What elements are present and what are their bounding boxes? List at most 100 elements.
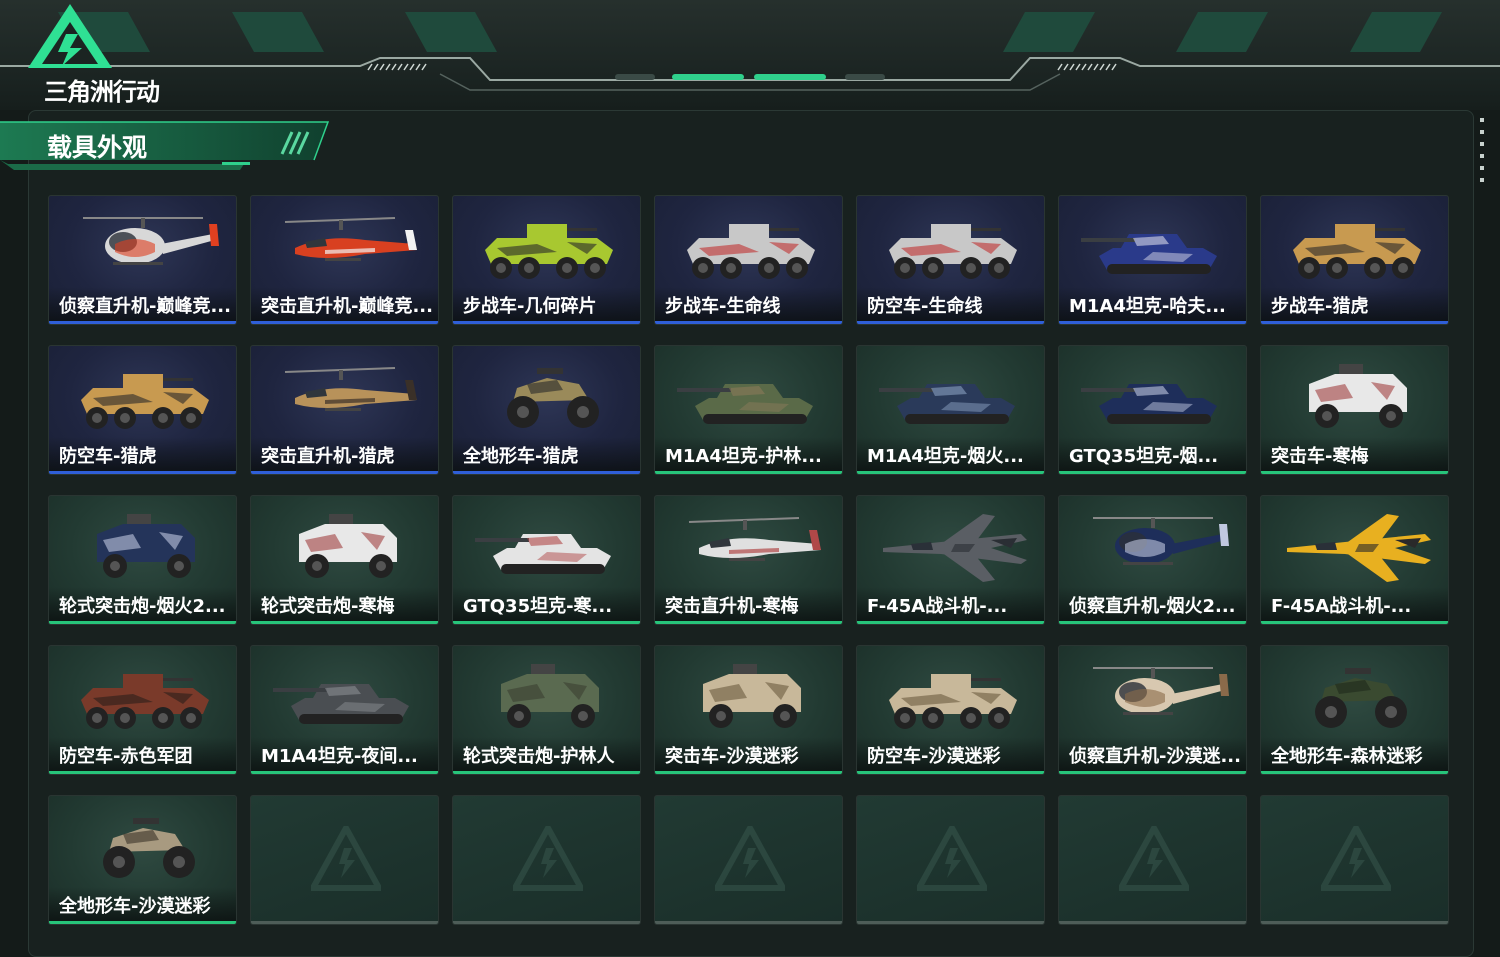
vehicle-skin-card[interactable]: F-45A战斗机-... bbox=[1260, 495, 1449, 625]
vehicle-skin-card[interactable]: F-45A战斗机-... bbox=[856, 495, 1045, 625]
vehicle-skin-card[interactable]: 防空车-沙漠迷彩 bbox=[856, 645, 1045, 775]
atv-vehicle-icon bbox=[103, 818, 195, 878]
vehicle-skin-card[interactable]: 侦察直升机-烟火2... bbox=[1058, 495, 1247, 625]
card-rarity-bar bbox=[49, 771, 236, 774]
vehicle-skin-card[interactable]: 防空车-赤色军团 bbox=[48, 645, 237, 775]
card-rarity-bar bbox=[49, 321, 236, 324]
jet-vehicle-icon bbox=[883, 514, 1027, 582]
card-rarity-bar bbox=[1059, 321, 1246, 324]
vehicle-skin-card[interactable]: 突击直升机-寒梅 bbox=[654, 495, 843, 625]
section-title: 载具外观 bbox=[47, 133, 148, 162]
vehicle-skin-card[interactable]: 步战车-生命线 bbox=[654, 195, 843, 325]
vehicle-skin-card[interactable]: 侦察直升机-巅峰竞... bbox=[48, 195, 237, 325]
vehicle-skin-card[interactable]: 轮式突击炮-烟火2... bbox=[48, 495, 237, 625]
vehicle-skin-grid: 侦察直升机-巅峰竞... 突击直升机-巅峰竞... 步战车-几何碎片 步战车-生… bbox=[48, 195, 1450, 925]
vehicle-skin-card[interactable]: GTQ35坦克-烟... bbox=[1058, 345, 1247, 475]
card-rarity-bar bbox=[49, 471, 236, 474]
card-rarity-bar bbox=[1059, 771, 1246, 774]
game-logo-text: 三角洲行动 bbox=[44, 78, 160, 106]
card-label: 突击车-寒梅 bbox=[1271, 446, 1369, 467]
card-label: 步战车-生命线 bbox=[665, 296, 781, 317]
vehicle-skin-card[interactable]: 步战车-几何碎片 bbox=[452, 195, 641, 325]
card-label: 步战车-猎虎 bbox=[1271, 296, 1369, 317]
vehicle-skin-card[interactable]: M1A4坦克-护林... bbox=[654, 345, 843, 475]
vehicle-skin-card[interactable]: 防空车-生命线 bbox=[856, 195, 1045, 325]
card-rarity-bar bbox=[655, 321, 842, 324]
apc-vehicle-icon bbox=[81, 674, 209, 729]
card-rarity-bar bbox=[655, 771, 842, 774]
vehicle-skin-card[interactable]: 突击直升机-猎虎 bbox=[250, 345, 439, 475]
truck-vehicle-icon bbox=[97, 514, 195, 578]
card-label: M1A4坦克-夜间... bbox=[261, 746, 418, 767]
apc-vehicle-icon bbox=[889, 674, 1017, 729]
card-label: M1A4坦克-烟火... bbox=[867, 446, 1024, 467]
vehicle-skin-card[interactable]: M1A4坦克-哈夫... bbox=[1058, 195, 1247, 325]
card-label: 全地形车-猎虎 bbox=[463, 446, 579, 467]
empty-slot bbox=[452, 795, 641, 925]
card-rarity-bar bbox=[655, 471, 842, 474]
card-label: 防空车-猎虎 bbox=[59, 446, 157, 467]
card-rarity-bar bbox=[251, 471, 438, 474]
card-label: 突击直升机-猎虎 bbox=[261, 446, 395, 467]
card-rarity-bar bbox=[453, 771, 640, 774]
jet-vehicle-icon bbox=[1287, 514, 1431, 582]
empty-slot bbox=[1058, 795, 1247, 925]
vehicle-skin-card[interactable]: 侦察直升机-沙漠迷... bbox=[1058, 645, 1247, 775]
card-rarity-bar bbox=[251, 921, 438, 924]
truck-vehicle-icon bbox=[703, 664, 801, 728]
card-rarity-bar bbox=[453, 471, 640, 474]
card-label: 轮式突击炮-护林人 bbox=[463, 746, 615, 767]
vehicle-skin-card[interactable]: M1A4坦克-夜间... bbox=[250, 645, 439, 775]
card-rarity-bar bbox=[1059, 921, 1246, 924]
vehicle-skin-card[interactable]: 轮式突击炮-护林人 bbox=[452, 645, 641, 775]
card-rarity-bar bbox=[1261, 771, 1448, 774]
top-header: 三角洲行动 bbox=[0, 0, 1500, 110]
card-label: 防空车-沙漠迷彩 bbox=[867, 746, 1001, 767]
empty-slot-logo-icon bbox=[715, 826, 785, 891]
tank-vehicle-icon bbox=[1081, 384, 1217, 424]
empty-slot-logo-icon bbox=[917, 826, 987, 891]
apc-vehicle-icon bbox=[485, 224, 613, 279]
card-rarity-bar bbox=[1059, 471, 1246, 474]
card-label: 侦察直升机-沙漠迷... bbox=[1069, 746, 1241, 767]
vehicle-skin-card[interactable]: 全地形车-森林迷彩 bbox=[1260, 645, 1449, 775]
card-rarity-bar bbox=[857, 471, 1044, 474]
card-rarity-bar bbox=[857, 321, 1044, 324]
card-rarity-bar bbox=[1261, 621, 1448, 624]
attack-vehicle-icon bbox=[688, 517, 821, 561]
heli-vehicle-icon bbox=[83, 217, 219, 265]
card-rarity-bar bbox=[1059, 621, 1246, 624]
attack-vehicle-icon bbox=[284, 367, 417, 411]
tank-vehicle-icon bbox=[1081, 234, 1217, 274]
heli-vehicle-icon bbox=[1093, 667, 1229, 715]
truck-vehicle-icon bbox=[501, 664, 599, 728]
card-label: 突击直升机-寒梅 bbox=[665, 596, 799, 617]
card-label: 防空车-生命线 bbox=[867, 296, 983, 317]
vehicle-skin-card[interactable]: M1A4坦克-烟火... bbox=[856, 345, 1045, 475]
vehicle-skin-card[interactable]: 轮式突击炮-寒梅 bbox=[250, 495, 439, 625]
card-rarity-bar bbox=[655, 921, 842, 924]
tank-vehicle-icon bbox=[475, 534, 611, 574]
vehicle-skin-card[interactable]: 全地形车-猎虎 bbox=[452, 345, 641, 475]
card-rarity-bar bbox=[453, 321, 640, 324]
card-rarity-bar bbox=[251, 771, 438, 774]
empty-slot-logo-icon bbox=[1321, 826, 1391, 891]
card-rarity-bar bbox=[453, 621, 640, 624]
card-rarity-bar bbox=[857, 621, 1044, 624]
card-rarity-bar bbox=[1261, 321, 1448, 324]
tank-vehicle-icon bbox=[273, 684, 409, 724]
apc-vehicle-icon bbox=[81, 374, 209, 429]
vehicle-skin-card[interactable]: 步战车-猎虎 bbox=[1260, 195, 1449, 325]
vehicle-skin-card[interactable]: GTQ35坦克-寒... bbox=[452, 495, 641, 625]
scroll-indicator[interactable] bbox=[1480, 118, 1486, 182]
attack-vehicle-icon bbox=[284, 217, 417, 261]
vehicle-skin-card[interactable]: 突击车-寒梅 bbox=[1260, 345, 1449, 475]
card-label: 全地形车-沙漠迷彩 bbox=[59, 896, 211, 917]
vehicle-skin-card[interactable]: 突击车-沙漠迷彩 bbox=[654, 645, 843, 775]
card-label: 轮式突击炮-寒梅 bbox=[261, 596, 395, 617]
vehicle-skin-card[interactable]: 防空车-猎虎 bbox=[48, 345, 237, 475]
vehicle-skin-card[interactable]: 全地形车-沙漠迷彩 bbox=[48, 795, 237, 925]
header-decoration bbox=[0, 12, 1500, 91]
card-rarity-bar bbox=[1261, 921, 1448, 924]
vehicle-skin-card[interactable]: 突击直升机-巅峰竞... bbox=[250, 195, 439, 325]
